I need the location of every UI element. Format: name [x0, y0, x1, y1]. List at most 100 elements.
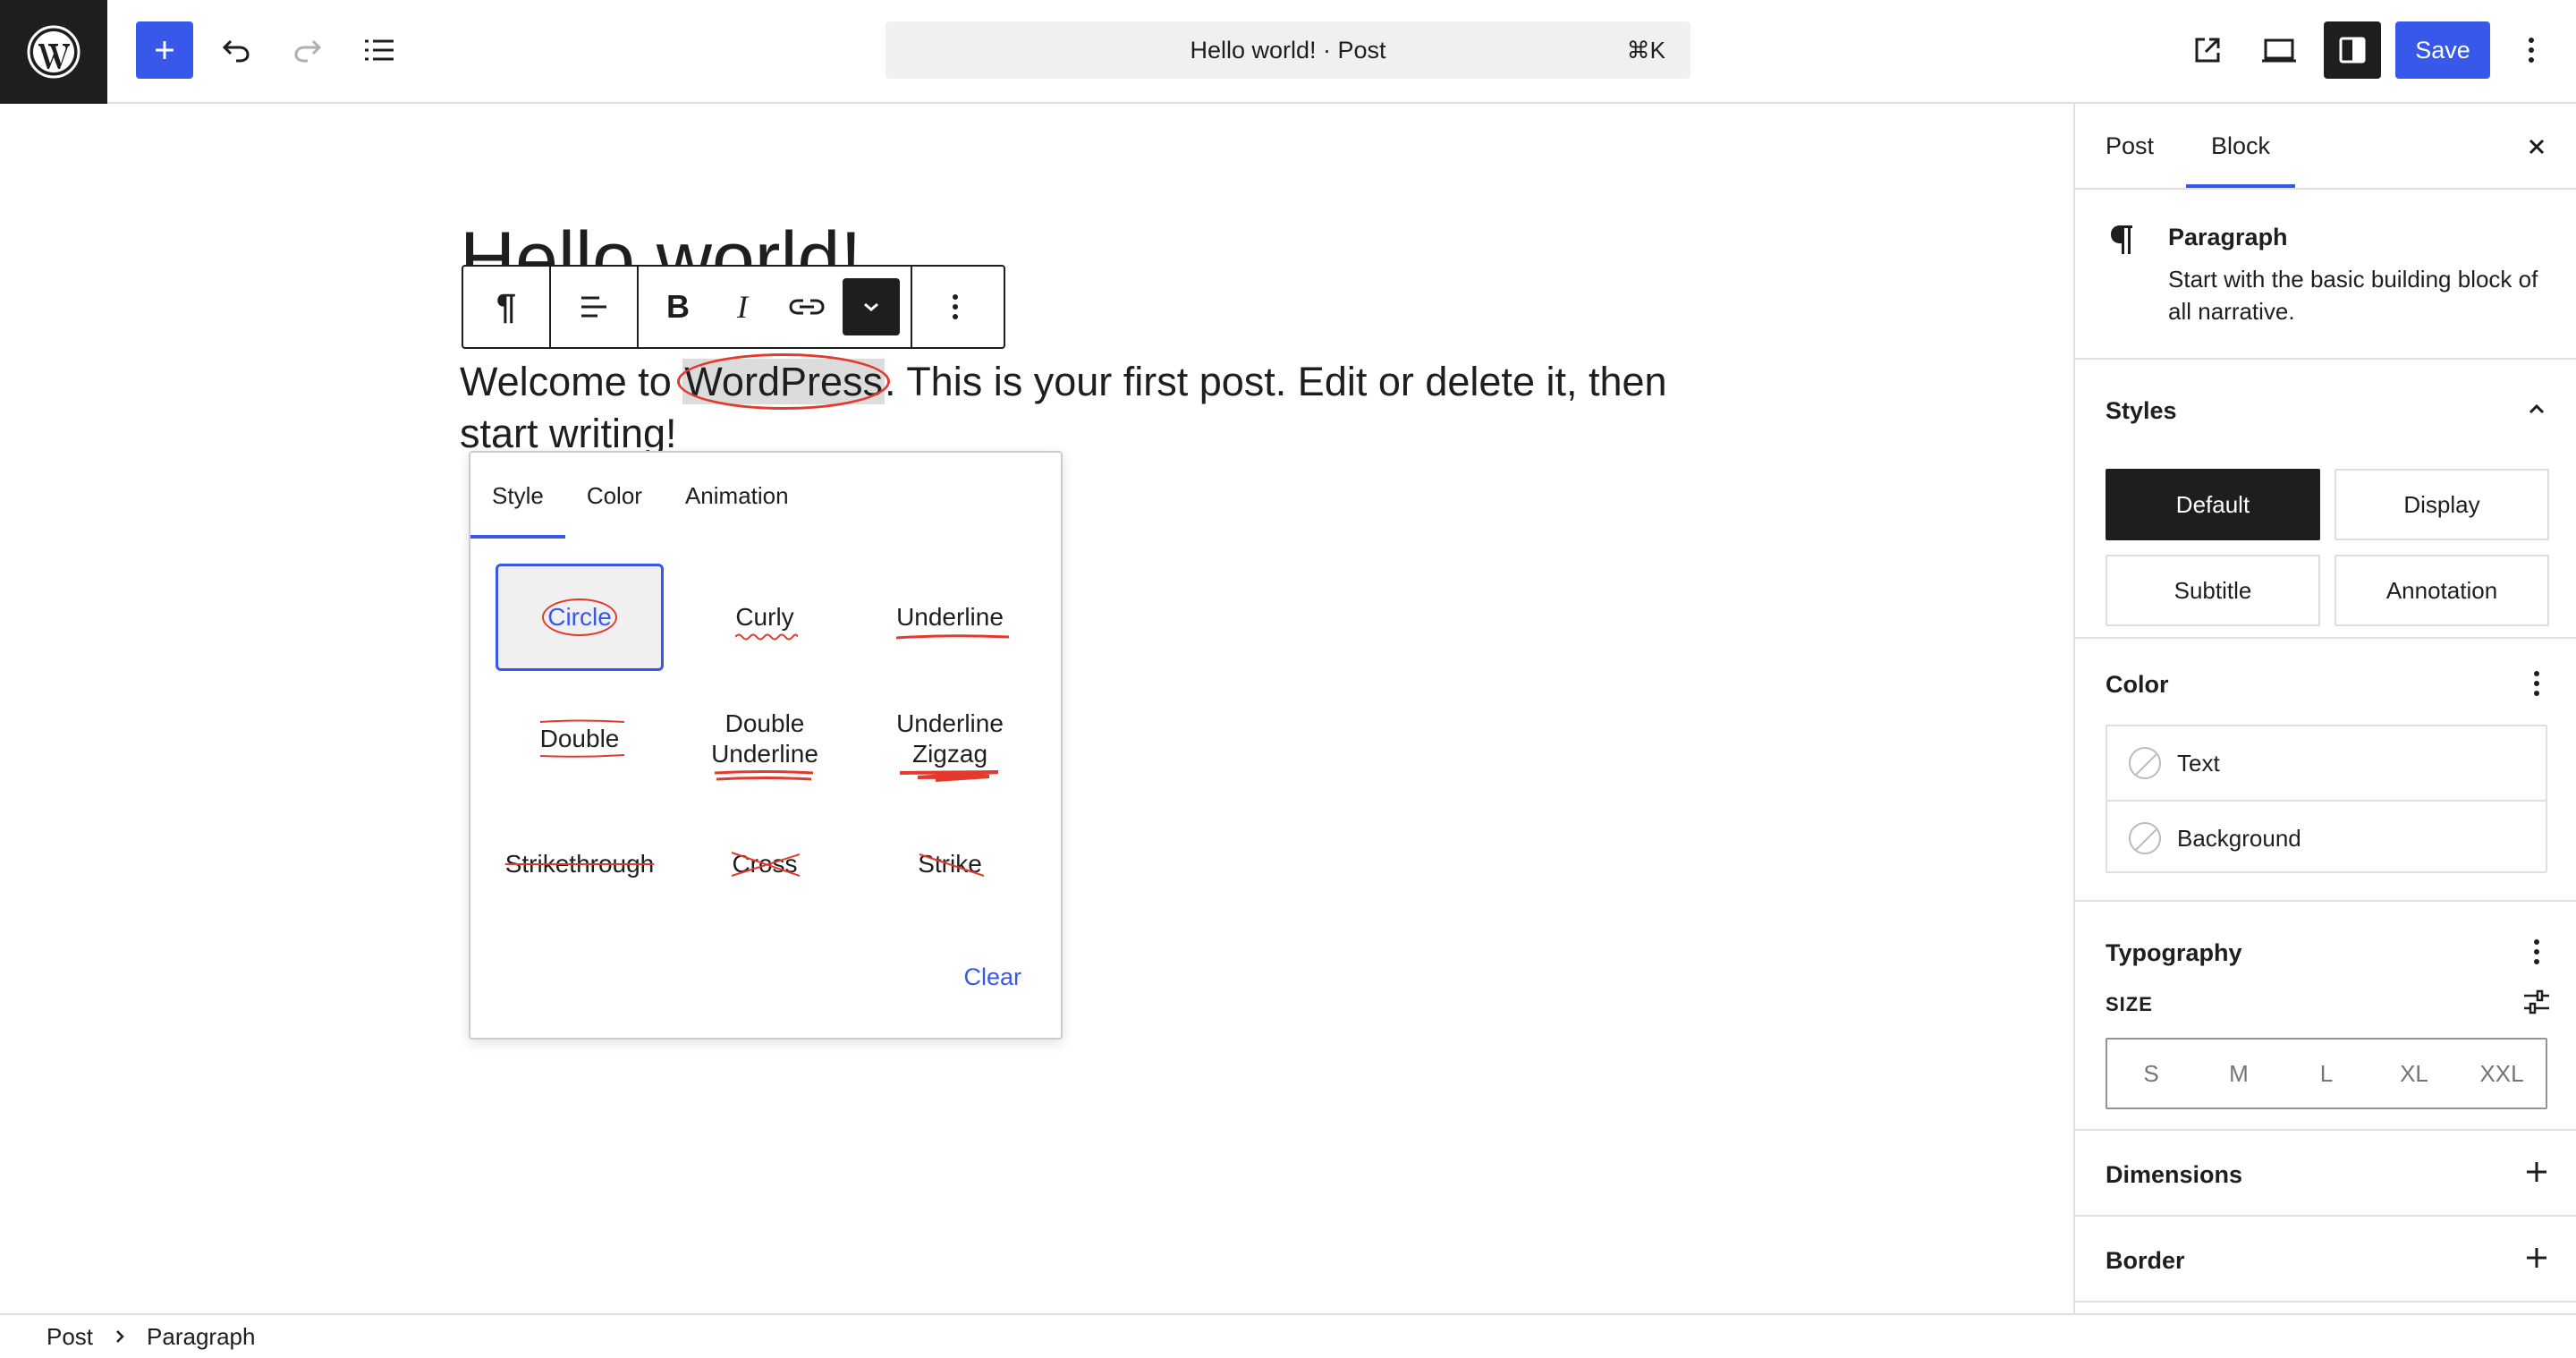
list-view-icon	[365, 39, 394, 61]
view-post-button[interactable]	[2182, 21, 2233, 79]
tab-color[interactable]: Color	[565, 453, 664, 539]
external-link-icon	[2195, 38, 2220, 63]
style-double-label: Double	[539, 725, 620, 752]
options-button[interactable]	[2510, 21, 2553, 79]
bold-button[interactable]: B	[646, 267, 710, 347]
save-button[interactable]: Save	[2395, 21, 2490, 79]
color-options-button[interactable]	[2519, 666, 2555, 701]
sidebar-tabs: Post Block	[2075, 104, 2576, 190]
style-zigzag-line1: Underline	[896, 709, 1004, 737]
color-panel-title: Color	[2106, 671, 2169, 698]
style-zigzag-line2: Zigzag	[911, 740, 988, 768]
undo-button[interactable]	[211, 21, 261, 79]
style-cross[interactable]: Cross	[681, 811, 849, 918]
tab-animation[interactable]: Animation	[664, 453, 810, 539]
editor-canvas: Hello world! Welcome to WordPress. This …	[0, 104, 2073, 1313]
size-option-m[interactable]: M	[2195, 1040, 2283, 1108]
block-options-button[interactable]	[912, 267, 998, 347]
style-underline-zigzag[interactable]: Underline Zigzag	[866, 685, 1034, 793]
color-background-item[interactable]: Background	[2107, 800, 2546, 875]
document-overview-button[interactable]	[354, 21, 404, 79]
cross-mark	[732, 852, 801, 877]
paragraph-text-before: Welcome to	[460, 359, 683, 404]
popover-tabs: Style Color Animation	[470, 453, 1061, 539]
style-strikethrough-label: Strikethrough	[504, 850, 655, 878]
collapse-styles-button[interactable]	[2519, 392, 2555, 428]
more-formats-button[interactable]	[839, 267, 903, 347]
style-strike[interactable]: Strike	[866, 811, 1034, 918]
desktop-icon	[2262, 38, 2296, 63]
style-circle[interactable]: Circle	[496, 564, 664, 671]
circle-annotation	[677, 353, 890, 410]
style-underline[interactable]: Underline	[866, 564, 1034, 671]
command-palette-button[interactable]: Hello world! · Post ⌘K	[886, 21, 1690, 79]
add-block-button[interactable]	[136, 21, 193, 79]
style-underline-label: Underline	[896, 603, 1004, 631]
redo-button[interactable]	[283, 21, 333, 79]
size-option-xxl[interactable]: XXL	[2458, 1040, 2546, 1108]
paragraph-block[interactable]: Welcome to WordPress. This is your first…	[460, 353, 1667, 460]
double-top-mark	[539, 719, 624, 723]
tab-style[interactable]: Style	[470, 453, 565, 539]
style-subtitle-button[interactable]: Subtitle	[2106, 555, 2320, 626]
plus-icon	[2527, 1248, 2546, 1268]
color-text-item[interactable]: Text	[2107, 726, 2546, 800]
styles-panel: Styles Default Display Subtitle Annotati…	[2075, 360, 2576, 639]
wordpress-logo-icon	[27, 25, 80, 79]
double-underline-mark	[715, 770, 814, 781]
styles-panel-title[interactable]: Styles	[2106, 397, 2177, 425]
breadcrumb-post[interactable]: Post	[47, 1323, 93, 1351]
border-add-button[interactable]	[2519, 1240, 2555, 1276]
style-curly-label: Curly	[735, 603, 794, 631]
options-group	[912, 267, 998, 347]
document-title-text: Hello world!	[1190, 36, 1317, 64]
chevron-down-icon	[864, 302, 878, 311]
color-text-label: Text	[2177, 749, 2220, 777]
device-preview-button[interactable]	[2254, 21, 2304, 79]
sidebar-icon	[2339, 37, 2366, 64]
more-vertical-icon	[2534, 671, 2539, 696]
dimensions-add-button[interactable]	[2519, 1154, 2555, 1190]
curly-mark	[735, 633, 799, 641]
wordpress-logo[interactable]	[0, 0, 107, 104]
block-toolbar: ¶ B I	[462, 265, 1005, 349]
close-sidebar-button[interactable]	[2515, 125, 2558, 168]
document-type-text: Post	[1337, 36, 1386, 64]
custom-size-button[interactable]	[2519, 984, 2555, 1020]
more-vertical-icon	[953, 294, 958, 319]
size-option-xl[interactable]: XL	[2370, 1040, 2458, 1108]
style-curly[interactable]: Curly	[681, 564, 849, 671]
block-type-button[interactable]: ¶	[463, 267, 549, 347]
bold-icon: B	[666, 288, 690, 325]
style-strikethrough[interactable]: Strikethrough	[496, 811, 664, 918]
block-card: Paragraph Start with the basic building …	[2075, 190, 2576, 360]
typography-options-button[interactable]	[2519, 934, 2555, 970]
size-option-l[interactable]: L	[2283, 1040, 2370, 1108]
style-default-button[interactable]: Default	[2106, 469, 2320, 540]
empty-swatch-icon	[2129, 747, 2161, 779]
keyboard-shortcut: ⌘K	[1626, 36, 1665, 64]
style-display-button[interactable]: Display	[2334, 469, 2549, 540]
highlighted-word[interactable]: WordPress	[677, 353, 890, 410]
style-double[interactable]: Double	[496, 685, 664, 793]
dimensions-panel: Dimensions	[2075, 1131, 2576, 1217]
plus-icon	[156, 41, 174, 59]
breadcrumb-paragraph[interactable]: Paragraph	[147, 1323, 255, 1351]
tab-block[interactable]: Block	[2185, 104, 2296, 188]
style-annotation-button[interactable]: Annotation	[2334, 555, 2549, 626]
italic-icon: I	[737, 289, 748, 325]
typography-panel: Typography SIZE S M L XL XXL	[2075, 902, 2576, 1131]
link-button[interactable]	[775, 267, 839, 347]
empty-swatch-icon	[2129, 822, 2161, 854]
chevron-up-icon	[2529, 403, 2545, 414]
paragraph-icon: ¶	[496, 286, 517, 327]
settings-button[interactable]	[2324, 21, 2381, 79]
underline-mark	[896, 634, 1010, 640]
clear-button[interactable]: Clear	[963, 963, 1021, 991]
align-button[interactable]	[551, 267, 637, 347]
size-option-s[interactable]: S	[2107, 1040, 2195, 1108]
tab-post[interactable]: Post	[2106, 104, 2154, 188]
block-type-group: ¶	[463, 267, 551, 347]
style-double-underline[interactable]: Double Underline	[681, 685, 849, 793]
italic-button[interactable]: I	[710, 267, 775, 347]
